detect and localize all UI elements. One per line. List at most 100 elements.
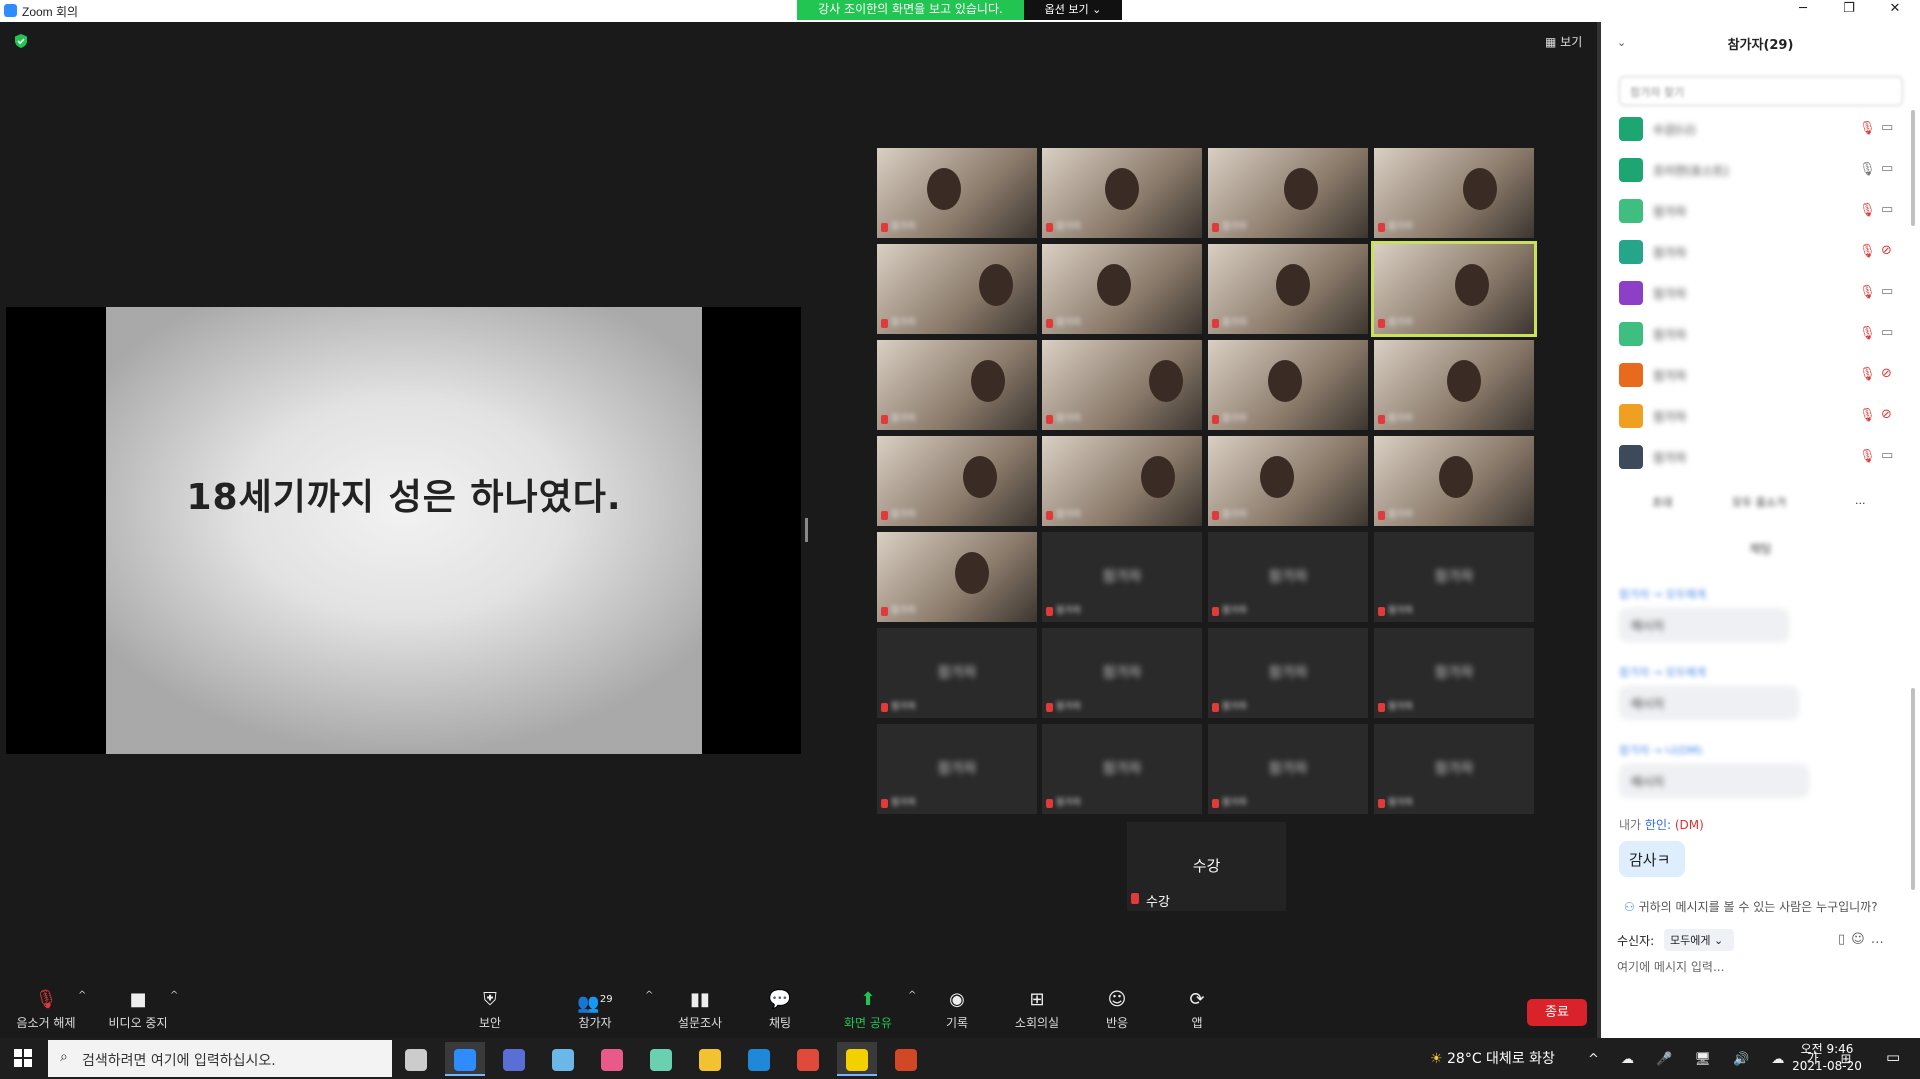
participant-video-tile[interactable]: 참가자 bbox=[1042, 340, 1202, 430]
chat-message-input[interactable]: 여기에 메시지 입력... bbox=[1617, 958, 1897, 975]
participant-row[interactable]: 참가자 🎙 ⊘ bbox=[1601, 355, 1901, 395]
participant-video-tile[interactable]: 참가자 bbox=[1371, 241, 1537, 337]
participant-name-label: 참가자 bbox=[1388, 798, 1413, 808]
video-options-caret[interactable]: ^ bbox=[170, 990, 178, 1001]
participant-video-tile[interactable]: 참가자 bbox=[877, 244, 1037, 334]
file-icon[interactable]: ▯ bbox=[1838, 932, 1851, 947]
participant-video-tile[interactable]: 참가자 참가자 bbox=[877, 724, 1037, 814]
taskbar-app-notepad[interactable] bbox=[543, 1042, 583, 1076]
participant-list-scrollbar[interactable] bbox=[1911, 110, 1915, 226]
chat-message-bubble: 메시지 bbox=[1619, 608, 1789, 642]
participant-face bbox=[1105, 168, 1139, 210]
participant-video-tile[interactable]: 참가자 bbox=[877, 532, 1037, 622]
minimize-icon[interactable]: ─ bbox=[1780, 0, 1826, 20]
participant-video-tile[interactable]: 참가자 bbox=[877, 436, 1037, 526]
taskbar-search-box[interactable]: 검색하려면 여기에 입력하십시오. bbox=[48, 1040, 392, 1077]
participant-video-tile[interactable]: 참가자 bbox=[1374, 436, 1534, 526]
taskbar-app-paint-brush[interactable] bbox=[641, 1042, 681, 1076]
participant-row[interactable]: 참가자 🎙 ⊘ bbox=[1601, 396, 1901, 436]
chat-button[interactable]: 💬 채팅 bbox=[740, 990, 820, 1031]
participants-button[interactable]: 👥29 참가자 ^ bbox=[555, 990, 653, 1031]
reactions-button[interactable]: ☺ 반응 bbox=[1077, 990, 1157, 1031]
participants-options-caret[interactable]: ^ bbox=[645, 990, 653, 1001]
participant-video-tile[interactable]: 참가자 참가자 bbox=[1042, 724, 1202, 814]
view-options-dropdown[interactable]: 옵션 보기 ⌄ bbox=[1024, 0, 1122, 20]
more-icon[interactable]: … bbox=[1871, 932, 1890, 947]
taskbar-app-store[interactable] bbox=[739, 1042, 779, 1076]
participant-row[interactable]: 수강(나) 🎙 ▭ bbox=[1601, 109, 1901, 149]
participant-video-tile[interactable]: 참가자 참가자 bbox=[1208, 532, 1368, 622]
participant-row[interactable]: 참가자 🎙 ▭ bbox=[1601, 314, 1901, 354]
participant-video-tile[interactable]: 참가자 bbox=[1208, 244, 1368, 334]
security-button[interactable]: ⛨ 보안 bbox=[450, 990, 530, 1031]
participant-row[interactable]: 참가자 🎙 ▭ bbox=[1601, 191, 1901, 231]
chat-message-bubble: 메시지 bbox=[1619, 764, 1809, 798]
taskbar-clock[interactable]: 오전 9:46 2021-08-20 bbox=[1782, 1041, 1872, 1075]
emoji-icon[interactable]: ☺ bbox=[1851, 932, 1871, 947]
share-screen-button[interactable]: ⬆ 화면 공유 ^ bbox=[828, 990, 916, 1031]
participant-name-label: 참가자 bbox=[891, 318, 916, 328]
stop-video-button[interactable]: ■ 비디오 중지 ^ bbox=[98, 990, 178, 1031]
participant-row[interactable]: 참가자 🎙 ⊘ bbox=[1601, 232, 1901, 272]
participant-search-input[interactable]: 참가자 찾기 bbox=[1619, 76, 1903, 106]
view-button[interactable]: ▦ 보기 bbox=[1545, 33, 1582, 50]
windows-start-icon[interactable] bbox=[14, 1049, 32, 1067]
close-icon[interactable]: ✕ bbox=[1872, 0, 1918, 20]
participant-video-tile[interactable]: 참가자 bbox=[877, 148, 1037, 238]
participant-video-tile[interactable]: 참가자 bbox=[1208, 340, 1368, 430]
participant-row[interactable]: 참가자 🎙 ▭ bbox=[1601, 273, 1901, 313]
audio-options-caret[interactable]: ^ bbox=[78, 990, 86, 1001]
apps-button[interactable]: ⟳ 앱 bbox=[1157, 990, 1237, 1031]
notification-icon[interactable]: ▭ bbox=[1886, 1048, 1900, 1066]
polls-button[interactable]: ▮▮ 설문조사 bbox=[660, 990, 740, 1031]
bar-chart-icon: ▮▮ bbox=[690, 989, 710, 1010]
participant-video-tile[interactable]: 참가자 bbox=[1374, 340, 1534, 430]
participant-video-tile[interactable]: 참가자 참가자 bbox=[1042, 532, 1202, 622]
participant-video-tile[interactable]: 참가자 bbox=[1208, 148, 1368, 238]
taskbar-app-powerpoint[interactable] bbox=[886, 1042, 926, 1076]
participant-video-tile[interactable]: 참가자 bbox=[1042, 244, 1202, 334]
participant-display-name: 참가자 bbox=[1102, 569, 1142, 585]
muted-mic-icon: 🎙 bbox=[1859, 285, 1876, 300]
participant-video-tile[interactable]: 참가자 bbox=[1042, 436, 1202, 526]
taskbar-app-calculator[interactable] bbox=[494, 1042, 534, 1076]
recipient-dropdown[interactable]: 모두에게 ⌄ bbox=[1664, 929, 1734, 951]
participant-video-tile[interactable]: 참가자 참가자 bbox=[877, 628, 1037, 718]
end-meeting-button[interactable]: 종료 bbox=[1527, 999, 1587, 1026]
unmute-button[interactable]: 🎙 음소거 해제 ^ bbox=[6, 990, 86, 1031]
participant-video-tile[interactable]: 참가자 bbox=[1042, 148, 1202, 238]
restore-icon[interactable]: ❐ bbox=[1826, 0, 1872, 20]
participant-name-label: 참가자 bbox=[1222, 318, 1247, 328]
participant-video-tile[interactable]: 참가자 bbox=[877, 340, 1037, 430]
participant-video-tile[interactable]: 참가자 bbox=[1208, 436, 1368, 526]
taskbar-app-paint[interactable] bbox=[592, 1042, 632, 1076]
taskbar-app-file-explorer[interactable] bbox=[690, 1042, 730, 1076]
taskbar-app-sticky-notes[interactable] bbox=[837, 1042, 877, 1076]
participant-video-tile[interactable]: 참가자 참가자 bbox=[1208, 628, 1368, 718]
participant-avatar bbox=[1619, 158, 1643, 182]
mute-all-button[interactable]: 모두 음소거 bbox=[1732, 494, 1786, 510]
participant-video-tile[interactable]: 참가자 참가자 bbox=[1042, 628, 1202, 718]
participant-video-tile[interactable]: 참가자 bbox=[1374, 148, 1534, 238]
participant-row[interactable]: 참가자 🎙 ▭ bbox=[1601, 437, 1901, 477]
participant-video-tile[interactable]: 참가자 참가자 bbox=[1374, 724, 1534, 814]
participant-video-tile[interactable]: 참가자 참가자 bbox=[1374, 628, 1534, 718]
participant-video-tile[interactable]: 참가자 참가자 bbox=[1374, 532, 1534, 622]
split-drag-handle[interactable] bbox=[805, 518, 808, 542]
muted-mic-icon: 🎙 bbox=[1859, 367, 1876, 382]
record-button[interactable]: ◉ 기록 bbox=[917, 990, 997, 1031]
taskbar-app-zoom[interactable] bbox=[445, 1042, 485, 1076]
more-options-button[interactable]: ... bbox=[1855, 494, 1866, 507]
breakout-rooms-button[interactable]: ⊞ 소회의실 bbox=[997, 990, 1077, 1031]
invite-button[interactable]: 초대 bbox=[1652, 494, 1672, 510]
encryption-shield-icon[interactable] bbox=[14, 34, 28, 48]
taskbar-app-task-view[interactable] bbox=[396, 1042, 436, 1076]
participant-video-tile[interactable]: 참가자 참가자 bbox=[1208, 724, 1368, 814]
share-options-caret[interactable]: ^ bbox=[908, 990, 916, 1001]
taskbar-app-chrome[interactable] bbox=[788, 1042, 828, 1076]
participant-row[interactable]: 조이한(호스트) 🎙 ▭ bbox=[1601, 150, 1901, 190]
participant-face bbox=[1463, 168, 1497, 210]
who-can-see-link[interactable]: ⚇ 귀하의 메시지를 볼 수 있는 사람은 누구입니까? bbox=[1624, 898, 1878, 915]
weather-widget[interactable]: ☀ 28°C 대체로 화창 bbox=[1430, 1048, 1555, 1068]
chat-scrollbar[interactable] bbox=[1911, 688, 1915, 890]
